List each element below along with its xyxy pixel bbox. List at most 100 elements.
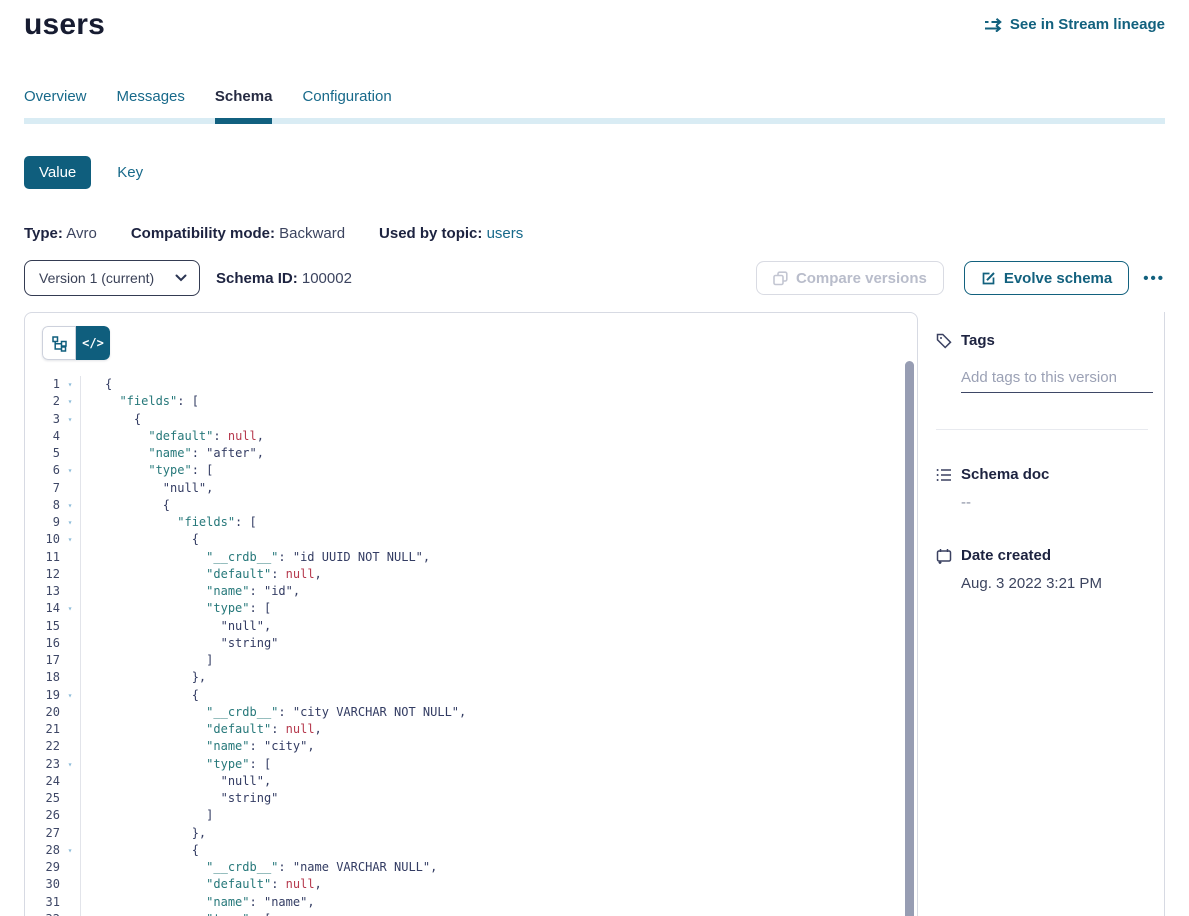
line-number: 13 xyxy=(25,583,60,600)
code-line: 10▾ { xyxy=(25,531,917,548)
topic-label: Used by topic: xyxy=(379,225,482,242)
code-line: 5 "name": "after", xyxy=(25,445,917,462)
fold-spacer xyxy=(60,583,80,600)
compatibility-meta: Compatibility mode: Backward xyxy=(131,225,345,242)
schema-id-value: 100002 xyxy=(302,270,352,287)
line-number: 18 xyxy=(25,669,60,686)
more-ellipsis-icon[interactable]: ••• xyxy=(1143,270,1165,287)
editor-view-toggle: </> xyxy=(25,313,917,360)
code-text: "default": null, xyxy=(80,876,322,893)
code-text: }, xyxy=(80,825,206,842)
line-number: 32 xyxy=(25,911,60,916)
tab-configuration[interactable]: Configuration xyxy=(302,88,391,118)
fold-spacer xyxy=(60,445,80,462)
fold-caret-icon[interactable]: ▾ xyxy=(60,514,80,531)
fold-caret-icon[interactable]: ▾ xyxy=(60,600,80,617)
date-created-title: Date created xyxy=(961,547,1051,564)
line-number: 29 xyxy=(25,859,60,876)
code-view-icon[interactable]: </> xyxy=(76,326,110,360)
version-select[interactable]: Version 1 (current) xyxy=(24,260,200,296)
tab-overview[interactable]: Overview xyxy=(24,88,87,118)
code-text: "fields": [ xyxy=(80,514,257,531)
code-line: 6▾ "type": [ xyxy=(25,462,917,479)
compatibility-label: Compatibility mode: xyxy=(131,225,275,242)
line-number: 3 xyxy=(25,411,60,428)
key-toggle-button[interactable]: Key xyxy=(117,164,143,181)
fold-caret-icon[interactable]: ▾ xyxy=(60,462,80,479)
fold-spacer xyxy=(60,549,80,566)
fold-caret-icon[interactable]: ▾ xyxy=(60,531,80,548)
chevron-down-icon xyxy=(175,274,187,282)
code-text: "default": null, xyxy=(80,721,322,738)
tab-schema[interactable]: Schema xyxy=(215,88,273,124)
code-line: 14▾ "type": [ xyxy=(25,600,917,617)
topic-link[interactable]: users xyxy=(487,225,524,242)
code-line: 3▾ { xyxy=(25,411,917,428)
fold-caret-icon[interactable]: ▾ xyxy=(60,497,80,514)
compatibility-value: Backward xyxy=(279,225,345,242)
schema-doc-section: Schema doc -- xyxy=(936,466,1148,511)
tags-input[interactable] xyxy=(961,369,1153,393)
code-text: "__crdb__": "name VARCHAR NULL", xyxy=(80,859,437,876)
fold-spacer xyxy=(60,721,80,738)
code-line: 16 "string" xyxy=(25,635,917,652)
version-controls-row: Version 1 (current) Schema ID: 100002 Co… xyxy=(24,260,1165,296)
code-line: 31 "name": "name", xyxy=(25,894,917,911)
fold-caret-icon[interactable]: ▾ xyxy=(60,911,80,916)
compare-versions-button[interactable]: Compare versions xyxy=(756,261,944,295)
line-number: 12 xyxy=(25,566,60,583)
see-in-stream-lineage-link[interactable]: See in Stream lineage xyxy=(984,16,1165,33)
code-line: 17 ] xyxy=(25,652,917,669)
code-text: "string" xyxy=(80,790,278,807)
fold-spacer xyxy=(60,704,80,721)
type-value: Avro xyxy=(66,225,97,242)
code-line: 25 "string" xyxy=(25,790,917,807)
fold-caret-icon[interactable]: ▾ xyxy=(60,842,80,859)
fold-caret-icon[interactable]: ▾ xyxy=(60,687,80,704)
fold-spacer xyxy=(60,566,80,583)
fold-caret-icon[interactable]: ▾ xyxy=(60,393,80,410)
code-content[interactable]: 1▾{2▾ "fields": [3▾ {4 "default": null,5… xyxy=(25,376,917,916)
line-number: 30 xyxy=(25,876,60,893)
line-number: 8 xyxy=(25,497,60,514)
code-text: { xyxy=(80,497,170,514)
tree-view-icon[interactable] xyxy=(42,326,76,360)
code-text: "name": "after", xyxy=(80,445,264,462)
code-line: 22 "name": "city", xyxy=(25,738,917,755)
fold-spacer xyxy=(60,635,80,652)
type-label: Type: xyxy=(24,225,63,242)
line-number: 4 xyxy=(25,428,60,445)
tab-messages[interactable]: Messages xyxy=(117,88,185,118)
code-text: "fields": [ xyxy=(80,393,199,410)
fold-caret-icon[interactable]: ▾ xyxy=(60,376,80,393)
code-line: 24 "null", xyxy=(25,773,917,790)
date-created-section: Date created Aug. 3 2022 3:21 PM xyxy=(936,547,1148,592)
fold-spacer xyxy=(60,428,80,445)
fold-caret-icon[interactable]: ▾ xyxy=(60,411,80,428)
code-line: 9▾ "fields": [ xyxy=(25,514,917,531)
code-text: "name": "city", xyxy=(80,738,315,755)
code-text: "default": null, xyxy=(80,428,264,445)
line-number: 1 xyxy=(25,376,60,393)
editor-scrollbar[interactable] xyxy=(905,361,914,916)
code-line: 26 ] xyxy=(25,807,917,824)
page-title: users xyxy=(24,8,105,42)
code-line: 13 "name": "id", xyxy=(25,583,917,600)
fold-caret-icon[interactable]: ▾ xyxy=(60,756,80,773)
code-text: }, xyxy=(80,669,206,686)
line-number: 16 xyxy=(25,635,60,652)
used-by-topic-meta: Used by topic: users xyxy=(379,225,523,242)
code-text: ] xyxy=(80,652,213,669)
line-number: 9 xyxy=(25,514,60,531)
edit-icon xyxy=(981,271,996,286)
code-line: 11 "__crdb__": "id UUID NOT NULL", xyxy=(25,549,917,566)
code-text: "type": [ xyxy=(80,911,271,916)
code-text: "default": null, xyxy=(80,566,322,583)
code-text: "__crdb__": "id UUID NOT NULL", xyxy=(80,549,430,566)
value-toggle-button[interactable]: Value xyxy=(24,156,91,189)
line-number: 24 xyxy=(25,773,60,790)
value-key-toggle: Value Key xyxy=(24,156,1165,189)
fold-spacer xyxy=(60,618,80,635)
line-number: 17 xyxy=(25,652,60,669)
evolve-schema-button[interactable]: Evolve schema xyxy=(964,261,1129,295)
